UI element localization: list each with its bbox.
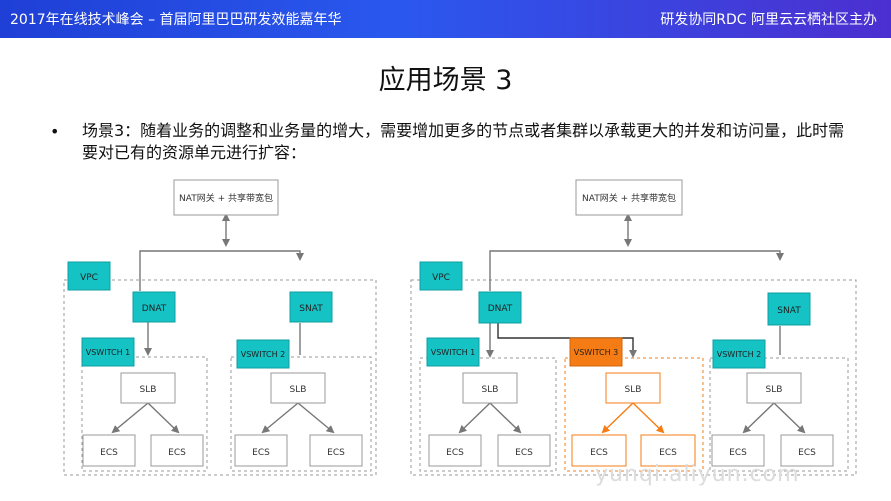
left-ecs1-label: ECS — [100, 448, 118, 458]
left-vswitch2-label: VSWITCH 2 — [241, 350, 285, 359]
right-diagram: NAT网关 + 共享带宽包 VPC DNAT SNAT VSWITCH 1 VS… — [410, 179, 857, 476]
left-ecs2-label: ECS — [168, 448, 186, 458]
left-vpc-label: VPC — [80, 273, 98, 283]
left-ecs4-label: ECS — [327, 448, 345, 458]
right-snat-label: SNAT — [777, 306, 801, 316]
right-nat-gateway-label: NAT网关 + 共享带宽包 — [582, 192, 676, 204]
right-vswitch3-label: VSWITCH 3 — [574, 348, 618, 357]
architecture-diagrams: NAT网关 + 共享带宽包 VPC DNAT SNAT VSWITCH 1 VS… — [63, 179, 857, 476]
left-diagram: NAT网关 + 共享带宽包 VPC DNAT SNAT VSWITCH 1 VS… — [63, 179, 377, 476]
right-ecs1-label: ECS — [446, 448, 464, 458]
left-ecs3-label: ECS — [252, 448, 270, 458]
watermark: yunqi.aliyun.com — [595, 462, 800, 487]
left-slb2-label: SLB — [290, 385, 307, 395]
left-nat-gateway-label: NAT网关 + 共享带宽包 — [179, 192, 273, 204]
right-ecs3-label: ECS — [590, 448, 608, 458]
left-snat-label: SNAT — [299, 304, 323, 314]
right-ecs2-label: ECS — [515, 448, 533, 458]
right-slb2-label: SLB — [766, 385, 783, 395]
right-vswitch1-label: VSWITCH 1 — [431, 348, 475, 357]
right-ecs5-label: ECS — [729, 448, 747, 458]
right-vpc-label: VPC — [432, 273, 450, 283]
left-dnat-label: DNAT — [142, 304, 167, 314]
left-slb1-label: SLB — [140, 385, 157, 395]
right-dnat-label: DNAT — [488, 304, 513, 314]
left-vswitch1-label: VSWITCH 1 — [86, 348, 130, 357]
right-vswitch2-label: VSWITCH 2 — [717, 350, 761, 359]
right-slb3-label: SLB — [625, 385, 642, 395]
right-ecs6-label: ECS — [798, 448, 816, 458]
right-ecs4-label: ECS — [659, 448, 677, 458]
right-slb1-label: SLB — [482, 385, 499, 395]
